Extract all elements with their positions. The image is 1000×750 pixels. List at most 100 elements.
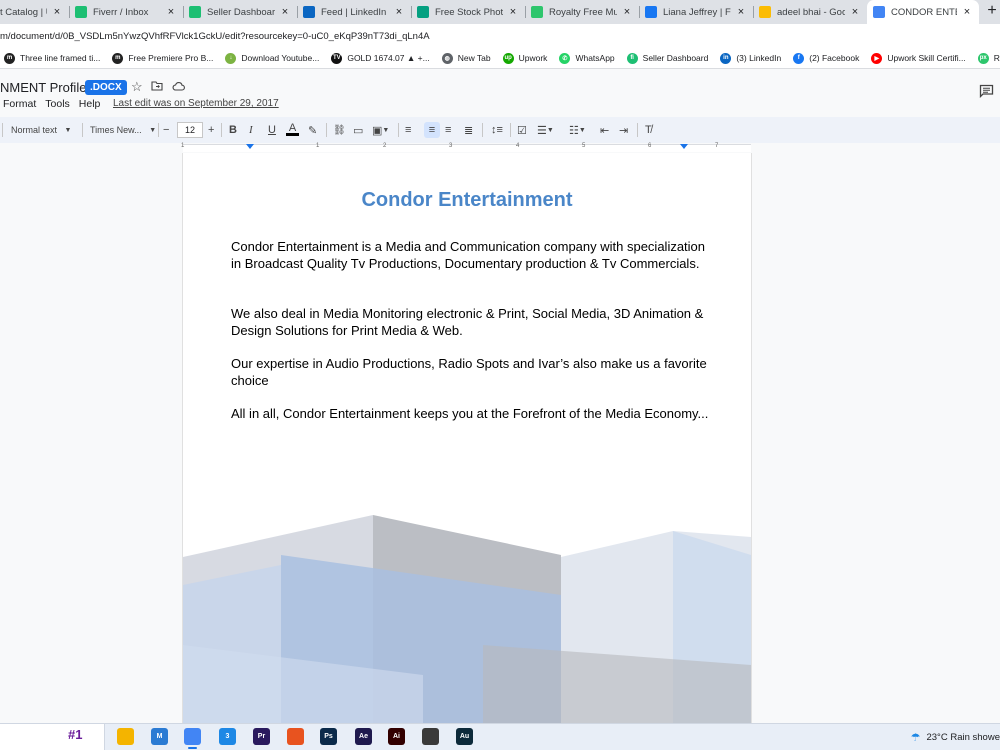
bookmark-item[interactable]: m Three line framed ti... [4, 52, 100, 64]
paragraph-3: Our expertise in Audio Productions, Radi… [231, 356, 707, 388]
bookmark-icon: fi [626, 52, 638, 64]
bookmark-icon: up [502, 52, 514, 64]
linkedin-icon [303, 6, 315, 18]
bold-button[interactable]: B [229, 122, 237, 138]
office-icon[interactable] [287, 728, 304, 745]
ruler-number: 1 [181, 143, 185, 149]
add-comment-icon[interactable]: ▭ [353, 122, 363, 138]
highlight-color-icon[interactable]: ✎ [308, 122, 317, 138]
bookmark-item[interactable]: fi Seller Dashboard [626, 52, 709, 64]
insert-image-icon[interactable]: ▣ ▼ [372, 122, 389, 138]
google-drive-icon [759, 6, 771, 18]
right-indent-marker[interactable] [680, 144, 688, 149]
tab-title: Seller Dashboard [207, 6, 275, 18]
left-indent-marker[interactable] [246, 144, 254, 149]
decrease-font-size-button[interactable]: − [163, 122, 169, 138]
weather-widget[interactable]: ☂ 23°C Rain showe [911, 731, 1000, 744]
bookmark-item[interactable]: in (3) LinkedIn [720, 52, 782, 64]
bookmark-item[interactable]: TV GOLD 1674.07 ▲ +... [331, 52, 430, 64]
decrease-indent-icon[interactable]: ⇤ [600, 122, 609, 138]
premiere-icon[interactable]: Pr [253, 728, 270, 745]
bookmark-item[interactable]: ▶ Upwork Skill Certifi... [871, 52, 966, 64]
text-color-button[interactable]: A [286, 122, 299, 138]
bookmark-label: Royalty Fr [993, 53, 1000, 63]
close-tab-icon[interactable]: × [961, 6, 973, 18]
line-spacing-icon[interactable]: ↕≡ [491, 122, 503, 138]
numbered-list-icon[interactable]: ☷ ▼ [569, 122, 586, 138]
bookmark-item[interactable]: up Upwork [502, 52, 547, 64]
menu-format[interactable]: Format [3, 98, 36, 110]
browser-tab[interactable]: t Catalog | U × [0, 0, 69, 24]
document-page[interactable]: Condor Entertainment Condor Entertainmen… [183, 153, 751, 723]
bookmark-icon: ✆ [559, 52, 571, 64]
align-justify-icon[interactable]: ≣ [464, 122, 473, 138]
last-edit-link[interactable]: Last edit was on September 29, 2017 [113, 98, 279, 109]
audition-icon[interactable]: Au [456, 728, 473, 745]
browser-tab[interactable]: adeel bhai - Googl × [753, 0, 867, 24]
davinci-icon[interactable] [422, 728, 439, 745]
browser-tab[interactable]: Free Stock Photo & × [411, 0, 525, 24]
bookmark-item[interactable]: ✆ WhatsApp [559, 52, 615, 64]
close-tab-icon[interactable]: × [165, 6, 177, 18]
after-effects-icon[interactable]: Ae [355, 728, 372, 745]
clear-formatting-icon[interactable]: T̸ [645, 122, 652, 138]
address-bar[interactable]: m/document/d/0B_VSDLm5nYwzQVhfRFVlck1Gck… [0, 24, 1000, 48]
underline-button[interactable]: U [268, 122, 276, 138]
browser-tab[interactable]: Royalty Free Music × [525, 0, 639, 24]
calendar-icon[interactable]: 3 [219, 728, 236, 745]
move-folder-icon[interactable] [151, 79, 163, 94]
align-right-icon[interactable]: ≡ [445, 122, 451, 138]
align-center-icon[interactable]: ≡ [424, 122, 440, 138]
increase-font-size-button[interactable]: + [208, 122, 214, 138]
bookmark-label: Free Premiere Pro B... [128, 53, 214, 63]
insert-link-icon[interactable]: ⛓ [333, 122, 346, 138]
checklist-icon[interactable]: ☑ [517, 122, 527, 138]
star-icon[interactable]: ☆ [131, 79, 143, 95]
close-tab-icon[interactable]: × [279, 6, 291, 18]
browser-tab[interactable]: Seller Dashboard × [183, 0, 297, 24]
illustrator-icon[interactable]: Ai [388, 728, 405, 745]
chrome-icon[interactable] [184, 728, 201, 749]
close-tab-icon[interactable]: × [51, 6, 63, 18]
document-name[interactable]: NMENT Profile [0, 80, 86, 95]
toolbar-divider [398, 123, 399, 137]
taskbar-search-box[interactable] [0, 724, 105, 750]
menu-help[interactable]: Help [79, 98, 101, 110]
file-explorer-icon[interactable] [117, 728, 134, 745]
docs-header: NMENT Profile .DOCX ☆ Format Tools Help La… [0, 70, 1000, 116]
bookmark-label: New Tab [457, 53, 491, 63]
paragraph-style-select[interactable]: Normal text ▼ [11, 122, 71, 138]
mail-icon[interactable]: M [151, 728, 168, 745]
cloud-status-icon[interactable] [172, 79, 185, 94]
close-tab-icon[interactable]: × [621, 6, 633, 18]
align-left-icon[interactable]: ≡ [405, 122, 411, 138]
address-url[interactable]: m/document/d/0B_VSDLm5nYwzQVhfRFVlck1Gck… [0, 31, 430, 42]
italic-button[interactable]: I [249, 122, 253, 138]
increase-indent-icon[interactable]: ⇥ [619, 122, 628, 138]
browser-tab[interactable]: Feed | LinkedIn × [297, 0, 411, 24]
bookmark-item[interactable]: ◍ New Tab [441, 52, 491, 64]
photoshop-icon[interactable]: Ps [320, 728, 337, 745]
menu-tools[interactable]: Tools [45, 98, 70, 110]
bookmark-item[interactable]: f (2) Facebook [793, 52, 859, 64]
bookmark-label: Seller Dashboard [642, 53, 709, 63]
close-tab-icon[interactable]: × [507, 6, 519, 18]
toolbar-divider [510, 123, 511, 137]
close-tab-icon[interactable]: × [393, 6, 405, 18]
bookmark-label: (3) LinkedIn [736, 53, 782, 63]
new-tab-button[interactable]: + [984, 0, 1000, 24]
browser-tab[interactable]: Fiverr / Inbox × [69, 0, 183, 24]
font-size-input[interactable]: 12 [177, 122, 203, 138]
font-family-select[interactable]: Times New... ▼ [90, 122, 156, 138]
bookmark-item[interactable]: ↓ Download Youtube... [225, 52, 319, 64]
browser-tab[interactable]: CONDOR ENTERTAI × [867, 0, 979, 24]
comment-history-icon[interactable] [979, 84, 994, 101]
browser-tab[interactable]: Liana Jeffrey | Face × [639, 0, 753, 24]
widget-badge[interactable]: #1 [68, 727, 82, 742]
bookmark-item[interactable]: px Royalty Fr [977, 52, 1000, 64]
tab-title: t Catalog | U [0, 6, 47, 18]
bulleted-list-icon[interactable]: ☰ ▼ [537, 122, 554, 138]
close-tab-icon[interactable]: × [735, 6, 747, 18]
close-tab-icon[interactable]: × [849, 6, 861, 18]
bookmark-item[interactable]: m Free Premiere Pro B... [112, 52, 214, 64]
